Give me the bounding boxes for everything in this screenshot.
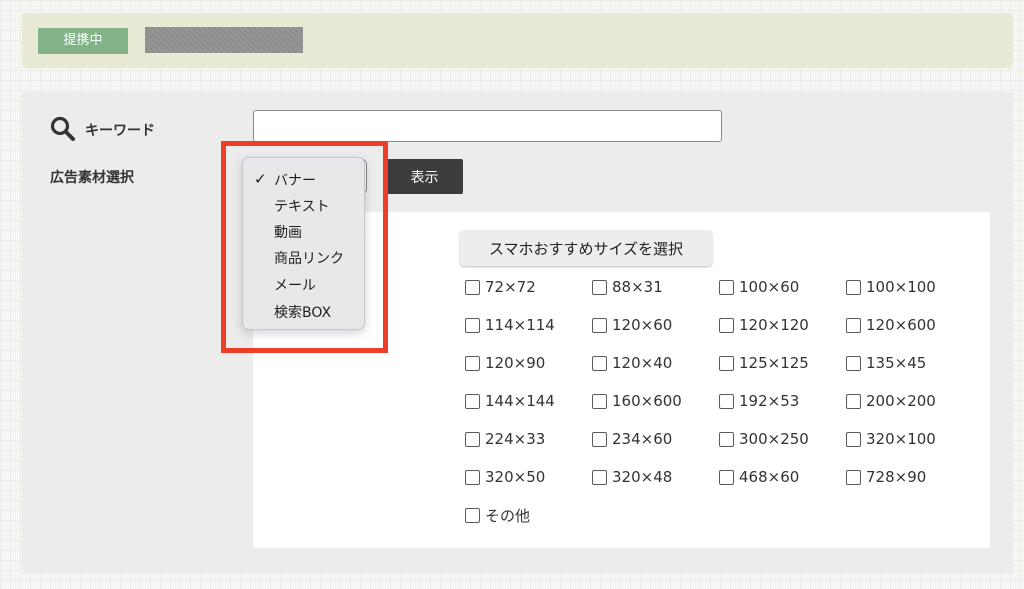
size-checkbox[interactable]	[846, 355, 861, 371]
size-checkbox[interactable]	[465, 355, 480, 371]
size-option[interactable]: 144×144	[465, 390, 555, 412]
size-label: 728×90	[866, 468, 927, 486]
size-checkbox[interactable]	[846, 469, 861, 485]
size-label: その他	[485, 506, 531, 525]
size-option[interactable]: 114×114	[465, 314, 555, 336]
size-label: 144×144	[485, 392, 555, 410]
size-checkbox[interactable]	[846, 317, 861, 333]
size-label: 224×33	[485, 430, 546, 448]
size-label: 200×200	[866, 392, 936, 410]
size-checkbox[interactable]	[846, 431, 861, 447]
size-checkbox[interactable]	[719, 355, 734, 371]
size-option[interactable]: 320×100	[846, 428, 936, 450]
dropdown-option-product-link[interactable]: 商品リンク	[274, 248, 344, 268]
size-option[interactable]: 125×125	[719, 352, 809, 374]
dropdown-option-search-box[interactable]: 検索BOX	[274, 302, 331, 322]
size-label: 114×114	[485, 316, 555, 334]
size-label: 160×600	[612, 392, 682, 410]
size-checkbox[interactable]	[592, 431, 607, 447]
size-checkbox[interactable]	[465, 431, 480, 447]
size-label: 468×60	[739, 468, 800, 486]
size-checkbox[interactable]	[465, 507, 480, 523]
size-option[interactable]: 160×600	[592, 390, 682, 412]
keyword-label: キーワード	[85, 123, 155, 139]
size-option[interactable]: 320×50	[465, 466, 545, 488]
size-checkbox[interactable]	[719, 279, 734, 295]
size-option[interactable]: その他	[465, 504, 530, 526]
size-label: 120×120	[739, 316, 809, 334]
size-checkbox[interactable]	[719, 431, 734, 447]
size-option[interactable]: 120×60	[592, 314, 672, 336]
size-label: 72×72	[485, 278, 536, 296]
size-checkbox[interactable]	[592, 393, 607, 409]
checkmark-icon: ✓	[254, 170, 267, 188]
dropdown-option-banner[interactable]: バナー	[274, 170, 316, 190]
status-badge: 提携中	[38, 28, 128, 54]
size-option[interactable]: 200×200	[846, 390, 936, 412]
size-option[interactable]: 320×48	[592, 466, 672, 488]
redacted-partner-name	[145, 27, 303, 53]
size-label: 320×50	[485, 468, 546, 486]
size-checkbox[interactable]	[592, 355, 607, 371]
size-option[interactable]: 192×53	[719, 390, 799, 412]
partner-status-bar: 提携中	[22, 13, 1013, 68]
dropdown-option-text[interactable]: テキスト	[274, 196, 330, 216]
size-label: 192×53	[739, 392, 800, 410]
size-label: 320×48	[612, 468, 673, 486]
size-checkbox[interactable]	[846, 279, 861, 295]
size-option[interactable]: 100×100	[846, 276, 936, 298]
size-label: 100×60	[739, 278, 800, 296]
size-option[interactable]: 728×90	[846, 466, 926, 488]
size-option[interactable]: 88×31	[592, 276, 663, 298]
recommend-size-button[interactable]: スマホおすすめサイズを選択	[460, 230, 712, 266]
size-label: 120×60	[612, 316, 673, 334]
size-label: 300×250	[739, 430, 809, 448]
keyword-input[interactable]	[253, 110, 722, 142]
size-option[interactable]: 100×60	[719, 276, 799, 298]
size-option[interactable]: 468×60	[719, 466, 799, 488]
size-option[interactable]: 234×60	[592, 428, 672, 450]
size-label: 234×60	[612, 430, 673, 448]
size-label: 125×125	[739, 354, 809, 372]
size-option[interactable]: 72×72	[465, 276, 536, 298]
size-option[interactable]: 120×90	[465, 352, 545, 374]
size-checkbox[interactable]	[846, 393, 861, 409]
show-button[interactable]: 表示	[386, 159, 463, 194]
size-label: 320×100	[866, 430, 936, 448]
size-label: 120×40	[612, 354, 673, 372]
size-option[interactable]: 300×250	[719, 428, 809, 450]
size-checkbox[interactable]	[592, 317, 607, 333]
size-checkbox[interactable]	[465, 469, 480, 485]
size-label: 100×100	[866, 278, 936, 296]
size-option[interactable]: 120×40	[592, 352, 672, 374]
size-checkbox[interactable]	[592, 469, 607, 485]
size-label: 120×600	[866, 316, 936, 334]
material-dropdown-menu: ✓ バナー テキスト 動画 商品リンク メール 検索BOX	[242, 157, 365, 330]
size-checkbox[interactable]	[465, 279, 480, 295]
size-label: 120×90	[485, 354, 546, 372]
size-option[interactable]: 120×120	[719, 314, 809, 336]
size-option[interactable]: 135×45	[846, 352, 926, 374]
size-option[interactable]: 224×33	[465, 428, 545, 450]
size-option[interactable]: 120×600	[846, 314, 936, 336]
dropdown-option-video[interactable]: 動画	[274, 222, 302, 242]
material-label: 広告素材選択	[50, 170, 134, 186]
size-checkbox[interactable]	[719, 393, 734, 409]
dropdown-option-mail[interactable]: メール	[274, 275, 316, 295]
size-checkbox[interactable]	[719, 317, 734, 333]
size-label: 88×31	[612, 278, 663, 296]
size-checkbox[interactable]	[465, 317, 480, 333]
filter-panel: キーワード 広告素材選択 表示 ズ スマホおすすめサイズを選択 72×7288×…	[22, 92, 1013, 574]
search-icon	[50, 116, 75, 141]
size-label: 135×45	[866, 354, 927, 372]
size-checkbox[interactable]	[719, 469, 734, 485]
size-checkbox[interactable]	[465, 393, 480, 409]
size-checkbox[interactable]	[592, 279, 607, 295]
